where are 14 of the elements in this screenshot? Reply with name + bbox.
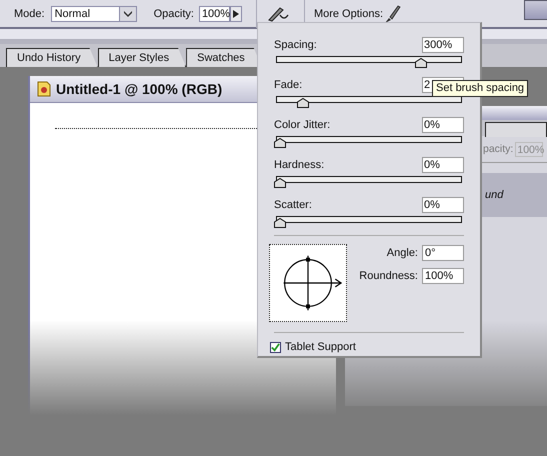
slider-label: Scatter: [274,199,312,211]
window-title: Untitled-1 @ 100% (RGB) [56,81,222,97]
opacity-label: pacity: [483,143,514,155]
tooltip: Set brush spacing [432,80,528,97]
slider-label: Fade: [274,79,302,91]
checkbox-label: Tablet Support [285,341,356,353]
angle-label: Angle: [386,247,418,259]
mode-label: Mode: [14,8,45,20]
roundness-label: Roundness: [359,270,418,282]
slider-label: Hardness: [274,159,324,171]
more-options-label: More Options: [314,8,384,20]
slider-label: Spacing: [274,39,317,51]
opacity-label: Opacity: [154,8,194,20]
slider-label: Color Jitter: [274,119,330,131]
